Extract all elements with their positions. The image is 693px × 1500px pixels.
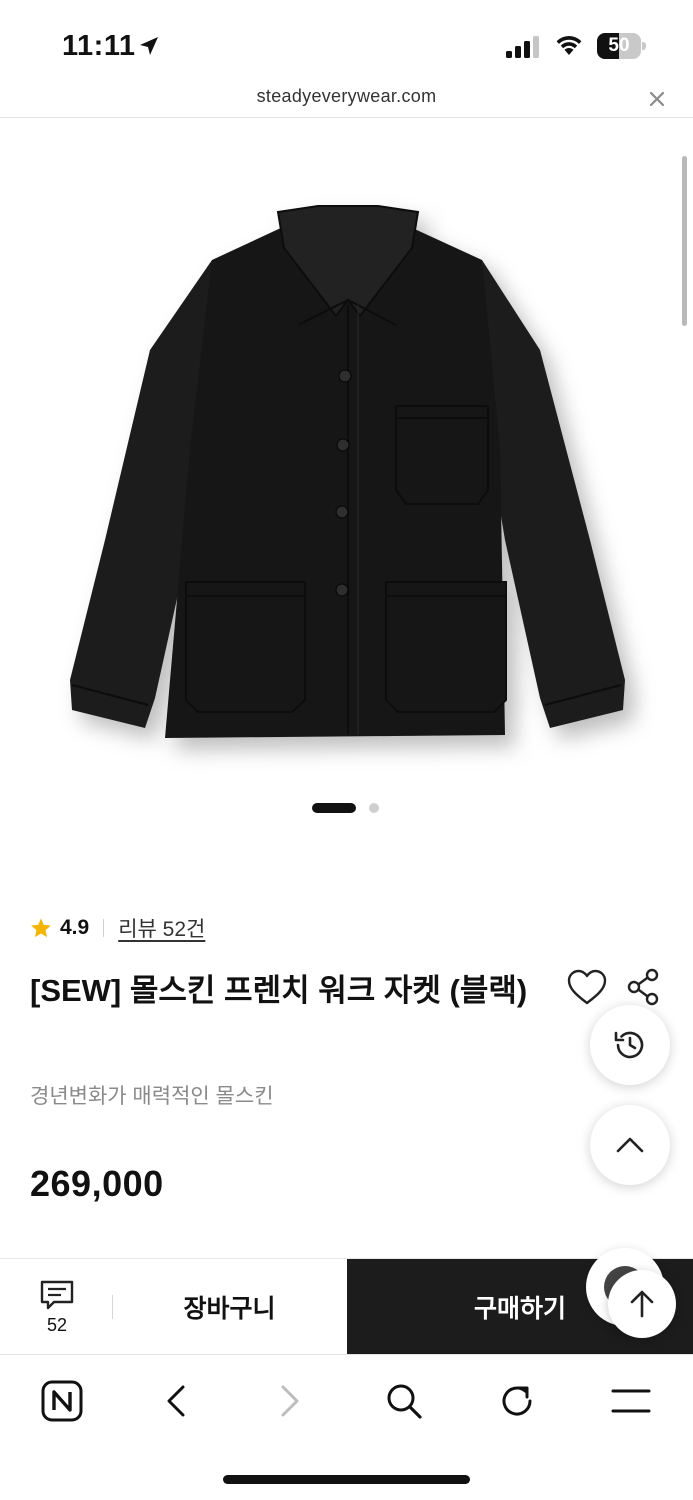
menu-icon xyxy=(611,1389,651,1413)
scroll-up-button[interactable] xyxy=(590,1105,670,1185)
heart-icon[interactable] xyxy=(567,969,607,1007)
carousel-dot[interactable] xyxy=(369,803,379,813)
url-bar[interactable]: steadyeverywear.com xyxy=(0,82,693,118)
close-icon[interactable] xyxy=(646,88,668,110)
carousel-dot-active[interactable] xyxy=(312,803,356,813)
home-indicator[interactable] xyxy=(223,1475,470,1484)
qna-button[interactable]: 52 xyxy=(22,1279,92,1339)
add-to-cart-button[interactable]: 장바구니 xyxy=(113,1259,346,1355)
search-icon xyxy=(387,1384,422,1419)
naver-home-button[interactable] xyxy=(38,1377,86,1425)
signal-icon xyxy=(506,36,539,58)
product-title: [SEW] 몰스킨 프렌치 워크 자켓 (블랙) xyxy=(30,973,528,1008)
history-icon xyxy=(614,1031,644,1059)
scroll-to-top-button[interactable] xyxy=(608,1270,676,1338)
battery-icon: 50 xyxy=(597,33,647,59)
back-button[interactable] xyxy=(152,1377,200,1425)
browser-toolbar xyxy=(0,1354,693,1444)
battery-percent: 50 xyxy=(608,35,630,56)
refresh-button[interactable] xyxy=(493,1377,541,1425)
product-subtitle: 경년변화가 매력적인 몰스킨 xyxy=(30,1085,274,1108)
battery-body: 50 xyxy=(597,33,641,59)
search-button[interactable] xyxy=(380,1377,428,1425)
status-time: 11:11 xyxy=(62,30,136,62)
refresh-icon xyxy=(502,1386,532,1416)
star-icon xyxy=(31,918,51,938)
product-price: 269,000 xyxy=(30,1163,164,1204)
rating-row: 4.9 리뷰 52건 xyxy=(30,913,205,943)
chevron-up-icon xyxy=(616,1137,644,1153)
product-image[interactable] xyxy=(0,120,693,780)
share-icon[interactable] xyxy=(627,968,661,1006)
location-arrow-icon xyxy=(140,37,158,55)
forward-button[interactable] xyxy=(266,1377,314,1425)
review-count-link[interactable]: 리뷰 52건 xyxy=(118,913,205,943)
battery-cap xyxy=(642,42,646,50)
arrow-up-icon xyxy=(630,1290,654,1318)
chat-icon xyxy=(40,1280,74,1310)
wifi-icon xyxy=(556,36,582,55)
forward-icon xyxy=(281,1385,299,1417)
recent-history-button[interactable] xyxy=(590,1005,670,1085)
status-bar: 11:11 50 xyxy=(0,0,693,88)
naver-home-icon xyxy=(41,1380,83,1422)
carousel-indicator[interactable] xyxy=(0,801,693,815)
menu-button[interactable] xyxy=(607,1377,655,1425)
url-text[interactable]: steadyeverywear.com xyxy=(0,86,693,107)
rating-divider xyxy=(103,919,105,937)
back-icon xyxy=(167,1385,185,1417)
rating-value: 4.9 xyxy=(60,916,90,939)
qna-count: 52 xyxy=(46,1315,68,1335)
